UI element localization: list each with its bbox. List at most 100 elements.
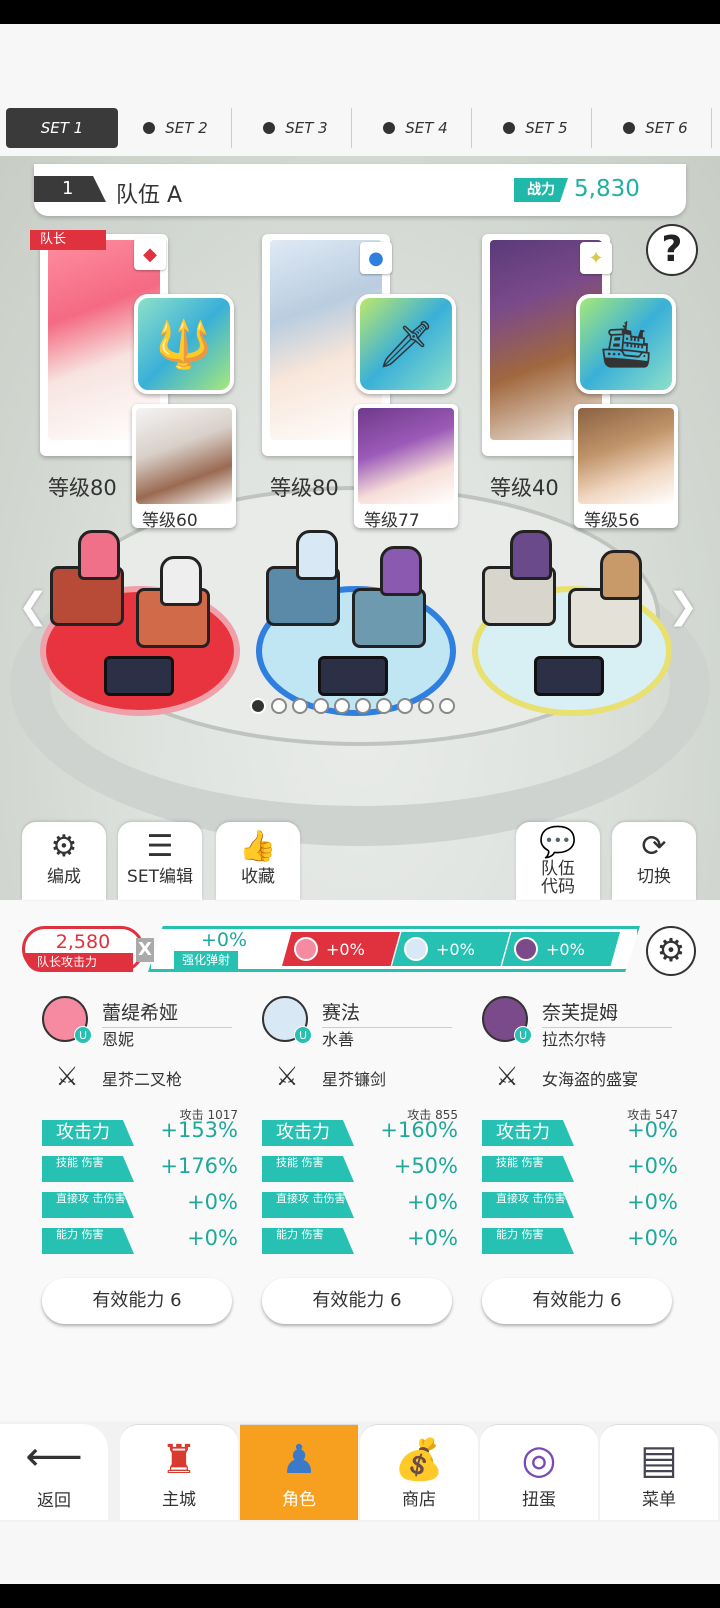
sub-hero-card-3[interactable]: 等级56 [574,404,678,528]
refresh-icon: ⟳ [641,829,667,864]
stat-value: +0% [627,1226,678,1250]
tab-set-4[interactable]: SET 4 [360,108,472,148]
leader-attack-label: 队长攻击力 [25,953,133,972]
hero-level: 等级40 [490,476,559,500]
tab-set-2[interactable]: SET 2 [120,108,232,148]
system-nav-bar [0,1584,720,1608]
page-dot[interactable] [334,698,350,714]
page-dot[interactable] [313,698,329,714]
tab-set-3[interactable]: SET 3 [240,108,352,148]
stat-row: 攻击力 +0% [482,1118,678,1148]
arrow-right-icon[interactable]: ❯ [668,586,698,627]
blue-sickle-sword-icon[interactable]: 🗡 [356,294,456,394]
effective-ability-button[interactable]: 有效能力 6 [482,1278,672,1324]
avatar [404,937,428,961]
stat-value: +0% [627,1118,678,1142]
character-subname: 恩妮 [102,1030,135,1049]
sub-hero-level: 等级77 [364,511,420,528]
stat-value: +0% [187,1226,238,1250]
treasure-chest-icon [104,656,174,696]
page-dot[interactable] [250,698,266,714]
buff-chip-value: +0% [326,939,365,959]
tab-set-5[interactable]: SET 5 [480,108,592,148]
buff-chip-2: +0% [392,932,510,966]
bottom-nav: ⟵ 返回 ♜ 主城 ♟ 角色 💰 商店 ◎ 扭蛋 ▤ 菜单 [0,1422,720,1522]
page-dot[interactable] [418,698,434,714]
gacha-orb-icon: ◎ [521,1437,557,1483]
status-bar [0,0,720,24]
buff-chip-1: +0% [282,932,400,966]
team-name[interactable]: 队伍 A [116,177,182,209]
stat-label: 能力 伤害 [42,1228,134,1254]
page-dot[interactable] [376,698,392,714]
leader-attack: 2,580 队长攻击力 [22,926,144,972]
character-name: 赛法 [322,998,452,1028]
hero-sprite [78,530,120,580]
switch-button[interactable]: ⟳ 切换 [612,822,696,900]
stat-label: 能力 伤害 [262,1228,354,1254]
set-edit-button[interactable]: ☰ SET编辑 [118,822,202,900]
list-icon: ☰ [146,829,174,864]
buff-chip-value: +0% [546,939,585,959]
stat-value: +176% [160,1154,238,1178]
formation-button[interactable]: ⚙ 编成 [22,822,106,900]
weapon-icon: ⚔ [55,1062,79,1092]
stat-row: 直接攻 击伤害 +0% [482,1190,678,1220]
weapon-icon: ⚔ [275,1062,299,1092]
stat-row: 攻击力 +153% [42,1118,238,1148]
page-dot[interactable] [439,698,455,714]
stat-value: +153% [160,1118,238,1142]
power-value: 5,830 [574,176,640,202]
dot-icon [383,122,396,134]
page-dot[interactable] [355,698,371,714]
character-icon: ♟ [281,1437,317,1483]
nav-main-city[interactable]: ♜ 主城 [120,1424,238,1520]
golden-trident-icon[interactable]: 🔱 [134,294,234,394]
buff-chip-value: +0% [436,939,475,959]
page-dot[interactable] [271,698,287,714]
nav-menu[interactable]: ▤ 菜单 [600,1424,718,1520]
nav-label: 角色 [282,1490,316,1510]
stat-row: 技能 伤害 +176% [42,1154,238,1184]
earth-element-icon: ✦ [580,242,612,274]
stat-label: 攻击力 [262,1120,354,1146]
power-label: 战力 [514,178,568,202]
help-button[interactable]: ? [646,224,698,276]
stat-label: 能力 伤害 [482,1228,574,1254]
sub-hero-portrait [578,408,674,504]
arrow-left-icon[interactable]: ❮ [18,586,48,627]
gear-icon[interactable]: ⚙ [646,926,696,976]
blue-ship-orb-icon[interactable]: 🛳 [576,294,676,394]
weapon-name: 星芥二叉枪 [102,1070,183,1089]
tab-set-1[interactable]: SET 1 [6,108,118,148]
effective-ability-button[interactable]: 有效能力 6 [42,1278,232,1324]
stats-panel: 2,580 队长攻击力 X +0% 强化弹射 +0% +0% +0% ⚙ U 蕾… [0,900,720,1420]
hero-sprite [296,530,338,580]
favorite-button[interactable]: 👍 收藏 [216,822,300,900]
tab-set-6[interactable]: SET 6 [600,108,712,148]
stat-value: +0% [627,1154,678,1178]
sub-hero-card-2[interactable]: 等级77 [354,404,458,528]
dot-icon [263,122,276,134]
uflag-badge: U [514,1026,532,1044]
leader-tag: 队长 [30,230,106,250]
shop-bag-icon: 💰 [394,1437,444,1483]
tab-label: SET 2 [165,119,208,137]
sub-hero-card-1[interactable]: 等级60 [132,404,236,528]
page-dot[interactable] [292,698,308,714]
nav-gacha[interactable]: ◎ 扭蛋 [480,1424,598,1520]
dot-icon [503,122,516,134]
back-button[interactable]: ⟵ 返回 [0,1424,108,1520]
team-code-button[interactable]: 💬 队伍 代码 [516,822,600,900]
enhance-ricochet: +0% 强化弹射 [158,929,290,969]
stat-label: 直接攻 击伤害 [482,1192,574,1218]
team-scene: 1 队伍 A 战力 5,830 ? 队长 ◆ 等级80 🔱 等级60 ◆ ● 等… [0,156,720,900]
team-code-label-1: 队伍 [541,859,575,879]
page-dot[interactable] [397,698,413,714]
team-header: 1 队伍 A 战力 5,830 [34,164,686,216]
nav-character[interactable]: ♟ 角色 [240,1424,358,1520]
nav-shop[interactable]: 💰 商店 [360,1424,478,1520]
hero-sprite [600,550,642,600]
stat-value: +0% [407,1226,458,1250]
effective-ability-button[interactable]: 有效能力 6 [262,1278,452,1324]
